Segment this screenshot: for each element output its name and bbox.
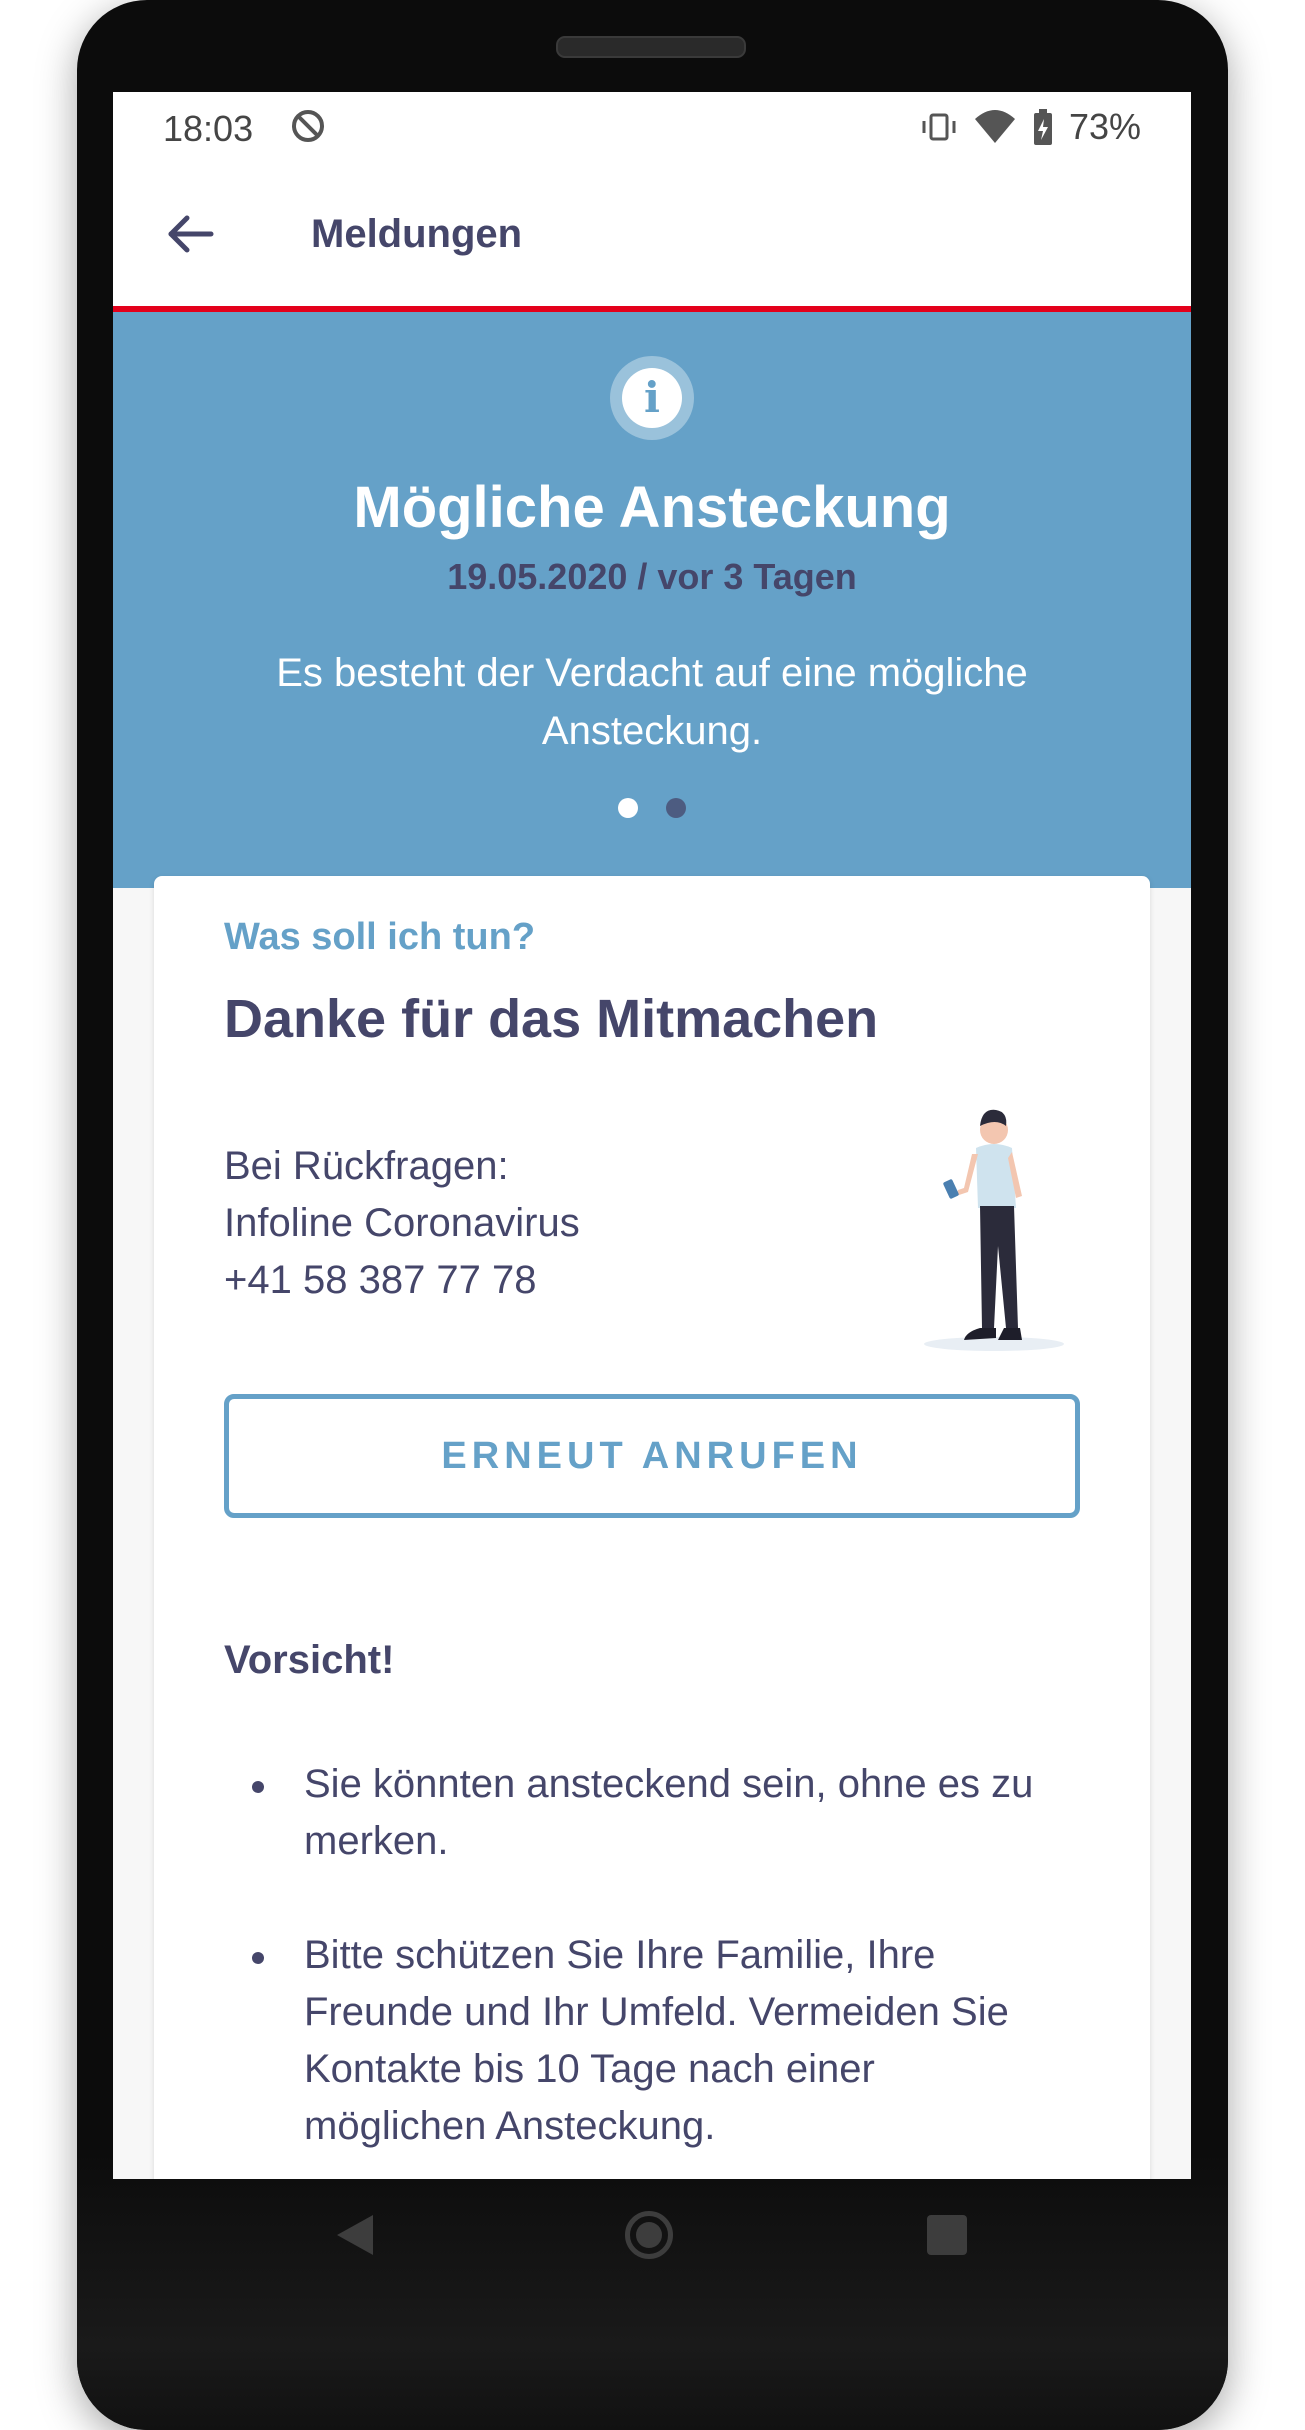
pager-dot-2[interactable] <box>666 798 686 818</box>
app-bar: Meldungen <box>113 164 1191 312</box>
nav-home-icon[interactable] <box>625 2211 673 2259</box>
contact-info: Bei Rückfragen: Infoline Coronavirus +41… <box>224 1138 580 1309</box>
caution-heading: Vorsicht! <box>224 1638 395 1682</box>
status-right: 73% <box>919 106 1141 148</box>
contact-line-1: Bei Rückfragen: <box>224 1144 509 1188</box>
info-icon: i <box>610 356 694 440</box>
status-bar: 18:03 73% <box>113 92 1191 164</box>
status-time: 18:03 <box>163 108 254 149</box>
pager-dot-1[interactable] <box>618 798 638 818</box>
do-not-disturb-icon <box>292 110 324 142</box>
list-item: Bitte schützen Sie Ihre Familie, Ihre Fr… <box>224 1927 1044 2155</box>
hero-title: Mögliche Ansteckung <box>353 475 951 540</box>
battery-percent: 73% <box>1068 106 1141 147</box>
nav-recents-icon[interactable] <box>927 2215 967 2255</box>
arrow-left-icon[interactable] <box>161 204 221 264</box>
screen: 18:03 73% Meldungen i Mögliche Ansteckun… <box>113 92 1191 2179</box>
contact-phone: +41 58 387 77 78 <box>224 1258 537 1302</box>
wifi-icon <box>974 110 1015 143</box>
nav-back-icon[interactable] <box>333 2211 377 2259</box>
card-title: Danke für das Mitmachen <box>224 989 879 1049</box>
contact-line-2: Infoline Coronavirus <box>224 1201 580 1245</box>
call-again-button[interactable]: ERNEUT ANRUFEN <box>224 1394 1080 1518</box>
info-card: Was soll ich tun? Danke für das Mitmache… <box>154 876 1150 2179</box>
pager-dots <box>113 798 1191 818</box>
phone-speaker <box>556 36 746 58</box>
caution-list: Sie könnten ansteckend sein, ohne es zu … <box>224 1756 1044 2179</box>
system-nav-bar <box>113 2179 1191 2299</box>
list-item: Sie könnten ansteckend sein, ohne es zu … <box>224 1756 1044 1870</box>
page-title: Meldungen <box>311 212 523 256</box>
hero-date: 19.05.2020 / vor 3 Tagen <box>447 556 857 597</box>
hero-text: Es besteht der Verdacht auf eine möglich… <box>276 651 1028 753</box>
card-kicker: Was soll ich tun? <box>224 916 536 958</box>
person-with-phone-illustration <box>924 1109 1064 1351</box>
notification-hero: i Mögliche Ansteckung 19.05.2020 / vor 3… <box>113 312 1191 888</box>
vibrate-icon <box>922 113 956 141</box>
battery-charging-icon <box>1033 109 1052 145</box>
